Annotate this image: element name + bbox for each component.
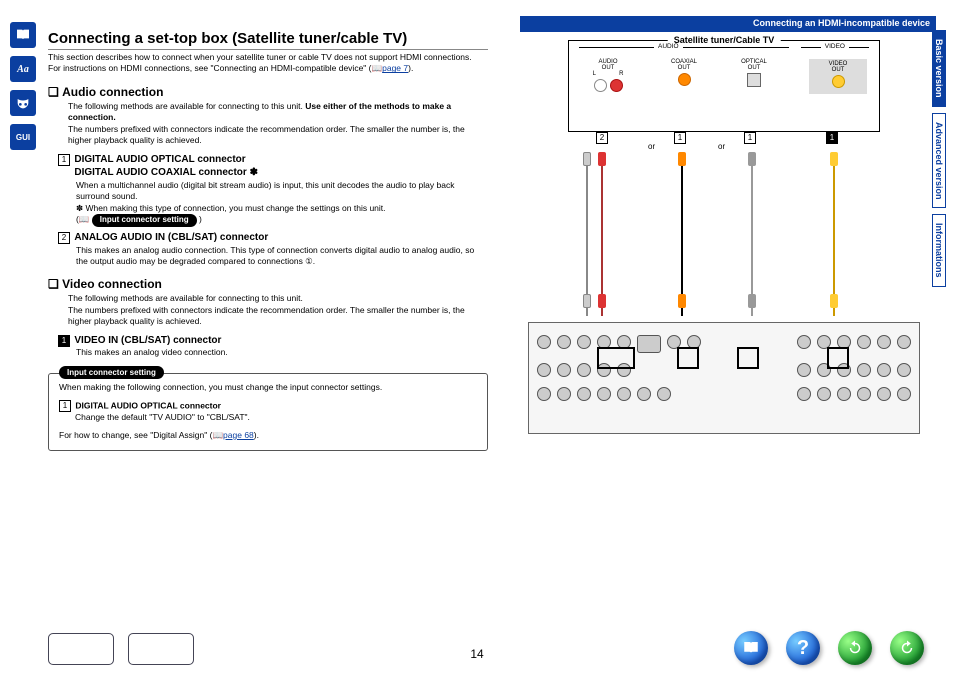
video-item1-title: VIDEO IN (CBL/SAT) connector: [74, 335, 221, 346]
book-open-icon[interactable]: [10, 22, 36, 48]
audio-item1-num: 1: [58, 154, 70, 166]
content-column: Connecting a set-top box (Satellite tune…: [48, 30, 488, 451]
link-page68[interactable]: page 68: [223, 430, 254, 440]
audio-item1-desc2: ✽ When making this type of connection, y…: [76, 203, 488, 214]
port-audio-out: AUDIO OUT LR: [581, 59, 635, 92]
side-tabs: Basic version Advanced version Informati…: [932, 30, 948, 293]
tab-basic-version[interactable]: Basic version: [932, 30, 946, 107]
page: Connecting an HDMI-incompatible device A…: [0, 0, 954, 675]
idx-audio-1a: 1: [674, 132, 686, 144]
audio-item1-title1: DIGITAL AUDIO OPTICAL connector: [74, 154, 245, 165]
infobox-p1: When making the following connection, yo…: [59, 382, 477, 394]
input-connector-setting-box: Input connector setting When making the …: [48, 373, 488, 451]
label-audio: AUDIO: [654, 43, 683, 50]
audio-item2: 2 ANALOG AUDIO IN (CBL/SAT) connector Th…: [48, 231, 488, 267]
header-breadcrumb: Connecting an HDMI-incompatible device: [520, 16, 936, 32]
audio-item1-pill-row: (📖 Input connector setting ): [76, 214, 488, 227]
idx-audio-1b: 1: [744, 132, 756, 144]
intro-l2-pre: For instructions on HDMI connections, se…: [48, 63, 372, 73]
infobox-title: DIGITAL AUDIO OPTICAL connector: [75, 400, 221, 410]
text-aa-icon[interactable]: Aa: [10, 56, 36, 82]
connection-diagram: Satellite tuner/Cable TV AUDIO VIDEO AUD…: [520, 34, 920, 439]
intro-l2-post: ).: [408, 63, 413, 73]
idx-audio-2: 2: [596, 132, 608, 144]
audio-item2-desc: This makes an analog audio connection. T…: [76, 245, 488, 268]
audio-p1: The following methods are available for …: [68, 101, 488, 124]
label-video: VIDEO: [821, 43, 849, 50]
intro-text: This section describes how to connect wh…: [48, 52, 488, 75]
back-icon[interactable]: [838, 631, 872, 665]
link-page7[interactable]: page 7: [382, 63, 408, 73]
footer-thumbnails: [48, 633, 194, 665]
label-or-2: or: [718, 142, 725, 151]
label-or-1: or: [648, 142, 655, 151]
port-optical-out: OPTICAL OUT: [729, 59, 779, 87]
audio-p2: The numbers prefixed with connectors ind…: [68, 124, 488, 147]
intro-line1: This section describes how to connect wh…: [48, 52, 488, 63]
audio-item1-desc1: When a multichannel audio (digital bit s…: [76, 180, 488, 203]
settop-box-title: Satellite tuner/Cable TV: [668, 35, 781, 45]
audio-item1: 1 DIGITAL AUDIO OPTICAL connector DIGITA…: [48, 153, 488, 227]
video-p2: The numbers prefixed with connectors ind…: [68, 305, 488, 328]
idx-video-1: 1: [826, 132, 838, 144]
left-icon-column: Aa GUI: [10, 22, 38, 158]
video-item1: 1 VIDEO IN (CBL/SAT) connector This make…: [48, 334, 488, 359]
infobox-desc: Change the default "TV AUDIO" to "CBL/SA…: [75, 412, 477, 424]
audio-item2-title: ANALOG AUDIO IN (CBL/SAT) connector: [74, 232, 268, 243]
page-title: Connecting a set-top box (Satellite tune…: [48, 30, 488, 50]
audio-item2-num: 2: [58, 232, 70, 244]
heading-audio-connection: ❏ Audio connection: [48, 85, 488, 99]
tab-informations[interactable]: Informations: [932, 214, 946, 287]
infobox-num: 1: [59, 400, 71, 412]
forward-icon[interactable]: [890, 631, 924, 665]
tab-advanced-version[interactable]: Advanced version: [932, 113, 946, 209]
infobox-p2: For how to change, see "Digital Assign" …: [59, 430, 477, 442]
port-video-out: VIDEO OUT: [809, 59, 867, 94]
page-number: 14: [470, 647, 483, 661]
settop-box-outline: Satellite tuner/Cable TV AUDIO VIDEO AUD…: [568, 40, 880, 132]
video-p1: The following methods are available for …: [68, 293, 488, 304]
receiver-front-thumb[interactable]: [48, 633, 114, 665]
audio-item1-title2: DIGITAL AUDIO COAXIAL connector ✽: [74, 167, 258, 178]
video-body: The following methods are available for …: [68, 293, 488, 327]
book-icon[interactable]: [734, 631, 768, 665]
heading-video-connection: ❏ Video connection: [48, 277, 488, 291]
audio-body: The following methods are available for …: [68, 101, 488, 147]
video-item1-num: 1: [58, 335, 70, 347]
pill-input-connector-setting[interactable]: Input connector setting: [92, 214, 197, 227]
mask-icon[interactable]: [10, 90, 36, 116]
help-icon[interactable]: ?: [786, 631, 820, 665]
nav-buttons: ?: [734, 631, 924, 665]
gui-icon[interactable]: GUI: [10, 124, 36, 150]
video-item1-desc: This makes an analog video connection.: [76, 347, 488, 358]
port-coaxial-out: COAXIAL OUT: [659, 59, 709, 86]
intro-line2: For instructions on HDMI connections, se…: [48, 63, 488, 74]
receiver-rear-panel: [528, 322, 920, 434]
receiver-rear-thumb[interactable]: [128, 633, 194, 665]
infobox-pill: Input connector setting: [59, 366, 164, 379]
infobox-item: 1 DIGITAL AUDIO OPTICAL connector Change…: [59, 400, 477, 424]
